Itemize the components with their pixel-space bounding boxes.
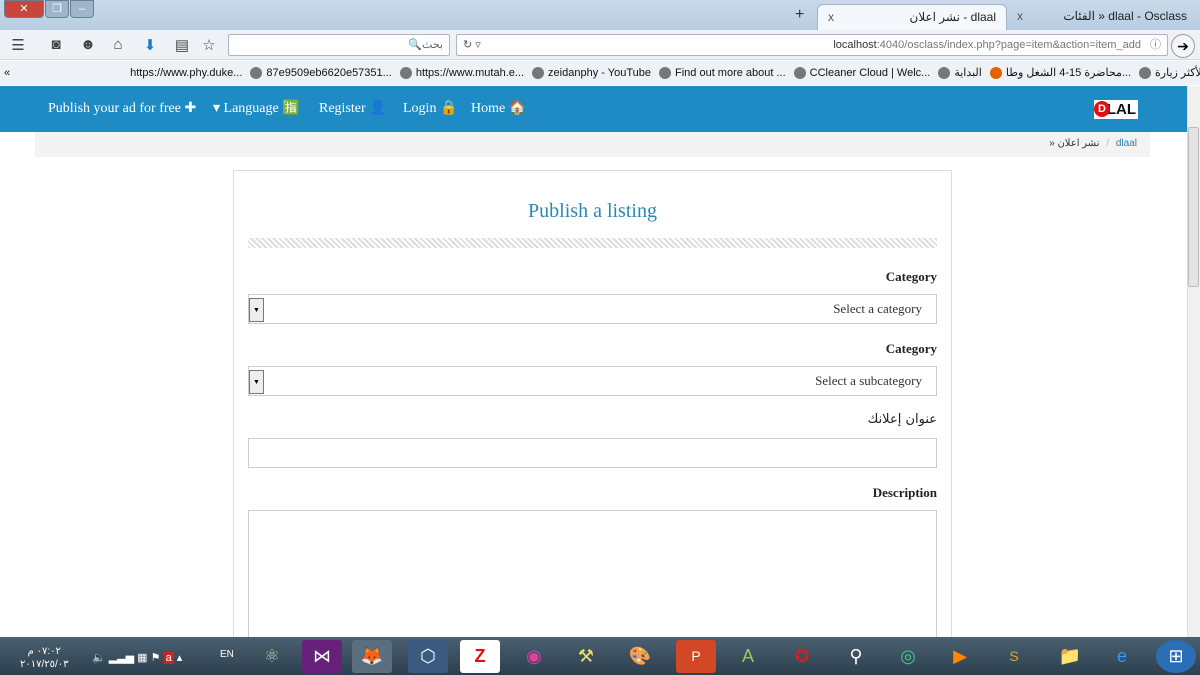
breadcrumb-home-link[interactable]: dlaal (1116, 138, 1137, 149)
title-label: عنوان إعلانك (867, 412, 937, 427)
nav-home[interactable]: Home 🏠 (471, 100, 526, 117)
search-input[interactable]: 🔍بحث (228, 34, 450, 56)
reading-list-icon[interactable]: ▤ (172, 36, 192, 54)
bookmark[interactable]: CCleaner Cloud | Welc... (793, 61, 930, 85)
bookmark[interactable]: Find out more about ... (659, 61, 786, 85)
description-textarea[interactable] (248, 510, 937, 650)
app-red-icon[interactable]: ✪ (782, 640, 822, 673)
globe-icon (1139, 67, 1152, 80)
category-select[interactable]: ▼ Select a category (248, 294, 937, 324)
bookmark[interactable]: الأكثر زيارة (1139, 61, 1200, 85)
nav-publish-ad[interactable]: Publish your ad for free ✚ (48, 100, 196, 117)
zotero-icon[interactable]: Z (460, 640, 500, 673)
tab-categories[interactable]: x dlaal - Osclass « الفئات (1007, 4, 1197, 30)
app-icon[interactable]: ◉ (514, 640, 554, 673)
app-hex-icon[interactable]: ⬡ (408, 640, 448, 673)
tab-close-icon[interactable]: x (828, 5, 834, 29)
scrollbar-thumb[interactable] (1188, 127, 1199, 287)
bookmark[interactable]: محاضرة 15-4 الشغل وطا... (989, 61, 1131, 85)
bookmarks-overflow-button[interactable]: « (4, 61, 10, 85)
globe-icon (532, 67, 545, 80)
tray-icons[interactable]: 🔈 ▂▃▅ ▦ ⚑ a ▴ (92, 651, 182, 664)
window-minimize-button[interactable]: – (70, 0, 94, 18)
bookmark[interactable]: 87e9509eb6620e57351... (250, 61, 392, 85)
bookmark[interactable]: zeidanphy - YouTube (532, 61, 651, 85)
downloads-icon[interactable]: ⬇ (140, 36, 160, 54)
chrome-icon[interactable]: ◎ (888, 640, 928, 673)
site-logo[interactable]: D LAL (1094, 100, 1138, 119)
window-restore-button[interactable]: ❐ (45, 0, 69, 18)
hello-icon[interactable]: ☻ (78, 36, 98, 53)
go-forward-button[interactable]: ➔ (1171, 34, 1195, 58)
media-player-icon[interactable]: ▶ (940, 640, 980, 673)
category-label: Category (885, 269, 937, 284)
sublime-icon[interactable]: S (994, 640, 1034, 673)
breadcrumb-current: » نشر اعلان (1049, 138, 1100, 149)
visual-studio-icon[interactable]: ⋈ (302, 640, 342, 673)
nav-register[interactable]: Register 👤 (319, 100, 387, 117)
home-icon[interactable]: ⌂ (108, 36, 128, 53)
globe-icon (250, 67, 263, 80)
title-input[interactable] (248, 438, 937, 468)
firefox-icon (989, 67, 1002, 80)
page-title: Publish a listing (528, 200, 657, 222)
logo-mark: D (1094, 101, 1110, 117)
bookmark[interactable]: https://www.mutah.e... (399, 61, 524, 85)
menu-icon[interactable]: ☰ (8, 36, 28, 54)
tab-title: dlaal - Osclass « الفئات (1063, 9, 1187, 23)
bookmark-star-icon[interactable]: ☆ (199, 36, 219, 54)
powerpoint-icon[interactable]: P (676, 640, 716, 673)
bookmark[interactable]: https://www.phy.duke... (130, 61, 242, 85)
bookmark[interactable]: البداية (938, 61, 982, 85)
bookmarks-toolbar: « https://www.phy.duke... 87e9509eb6620e57… (0, 61, 1200, 85)
tab-title: dlaal - نشر اعلان (909, 10, 997, 24)
explorer-icon[interactable]: 📁 (1050, 640, 1090, 673)
nav-language[interactable]: ▾ Language 🈯 (213, 100, 300, 117)
nav-login[interactable]: Login 🔒 (403, 100, 457, 117)
globe-icon (938, 67, 951, 80)
android-studio-icon[interactable]: A (728, 640, 768, 673)
url-bar[interactable]: ↻ ▿ localhost:4040/osclass/index.php?pag… (456, 34, 1168, 56)
language-indicator[interactable]: EN (220, 649, 234, 660)
globe-icon (659, 67, 671, 80)
pocket-icon[interactable]: ◙ (46, 36, 66, 53)
paint-icon[interactable]: 🎨 (620, 640, 660, 673)
globe-icon (399, 67, 412, 80)
antivirus-icon: a (163, 652, 174, 664)
chevron-down-icon: ▼ (249, 298, 264, 322)
globe-icon (793, 67, 806, 80)
reload-icon[interactable]: ↻ ▿ (463, 35, 481, 55)
breadcrumb: » نشر اعلان / dlaal (35, 132, 1150, 157)
tools-icon[interactable]: ⚒ (566, 640, 606, 673)
app-icon[interactable]: ⚲ (836, 640, 876, 673)
atom-app-icon[interactable]: ⚛ (252, 640, 292, 673)
clock[interactable]: ٠٧:٠٢ م ٢٠١٧/٢٥/٠٣ (20, 645, 69, 671)
firefox-taskbar-icon[interactable]: 🦊 (352, 640, 392, 673)
search-icon: 🔍 (408, 39, 423, 51)
new-tab-button[interactable]: + (795, 6, 804, 24)
start-button[interactable]: ⊞ (1156, 640, 1196, 673)
description-label: Description (872, 485, 937, 500)
subcategory-label: Category (885, 341, 937, 356)
info-icon[interactable]: ⓘ (1150, 39, 1161, 51)
internet-explorer-icon[interactable]: e (1102, 640, 1142, 673)
subcategory-select[interactable]: ▼ Select a subcategory (248, 366, 937, 396)
tab-active[interactable]: x dlaal - نشر اعلان (817, 4, 1007, 30)
chevron-down-icon: ▼ (249, 370, 264, 394)
window-close-button[interactable]: ✕ (4, 0, 44, 18)
tab-close-icon[interactable]: x (1017, 4, 1023, 28)
divider (248, 238, 937, 248)
